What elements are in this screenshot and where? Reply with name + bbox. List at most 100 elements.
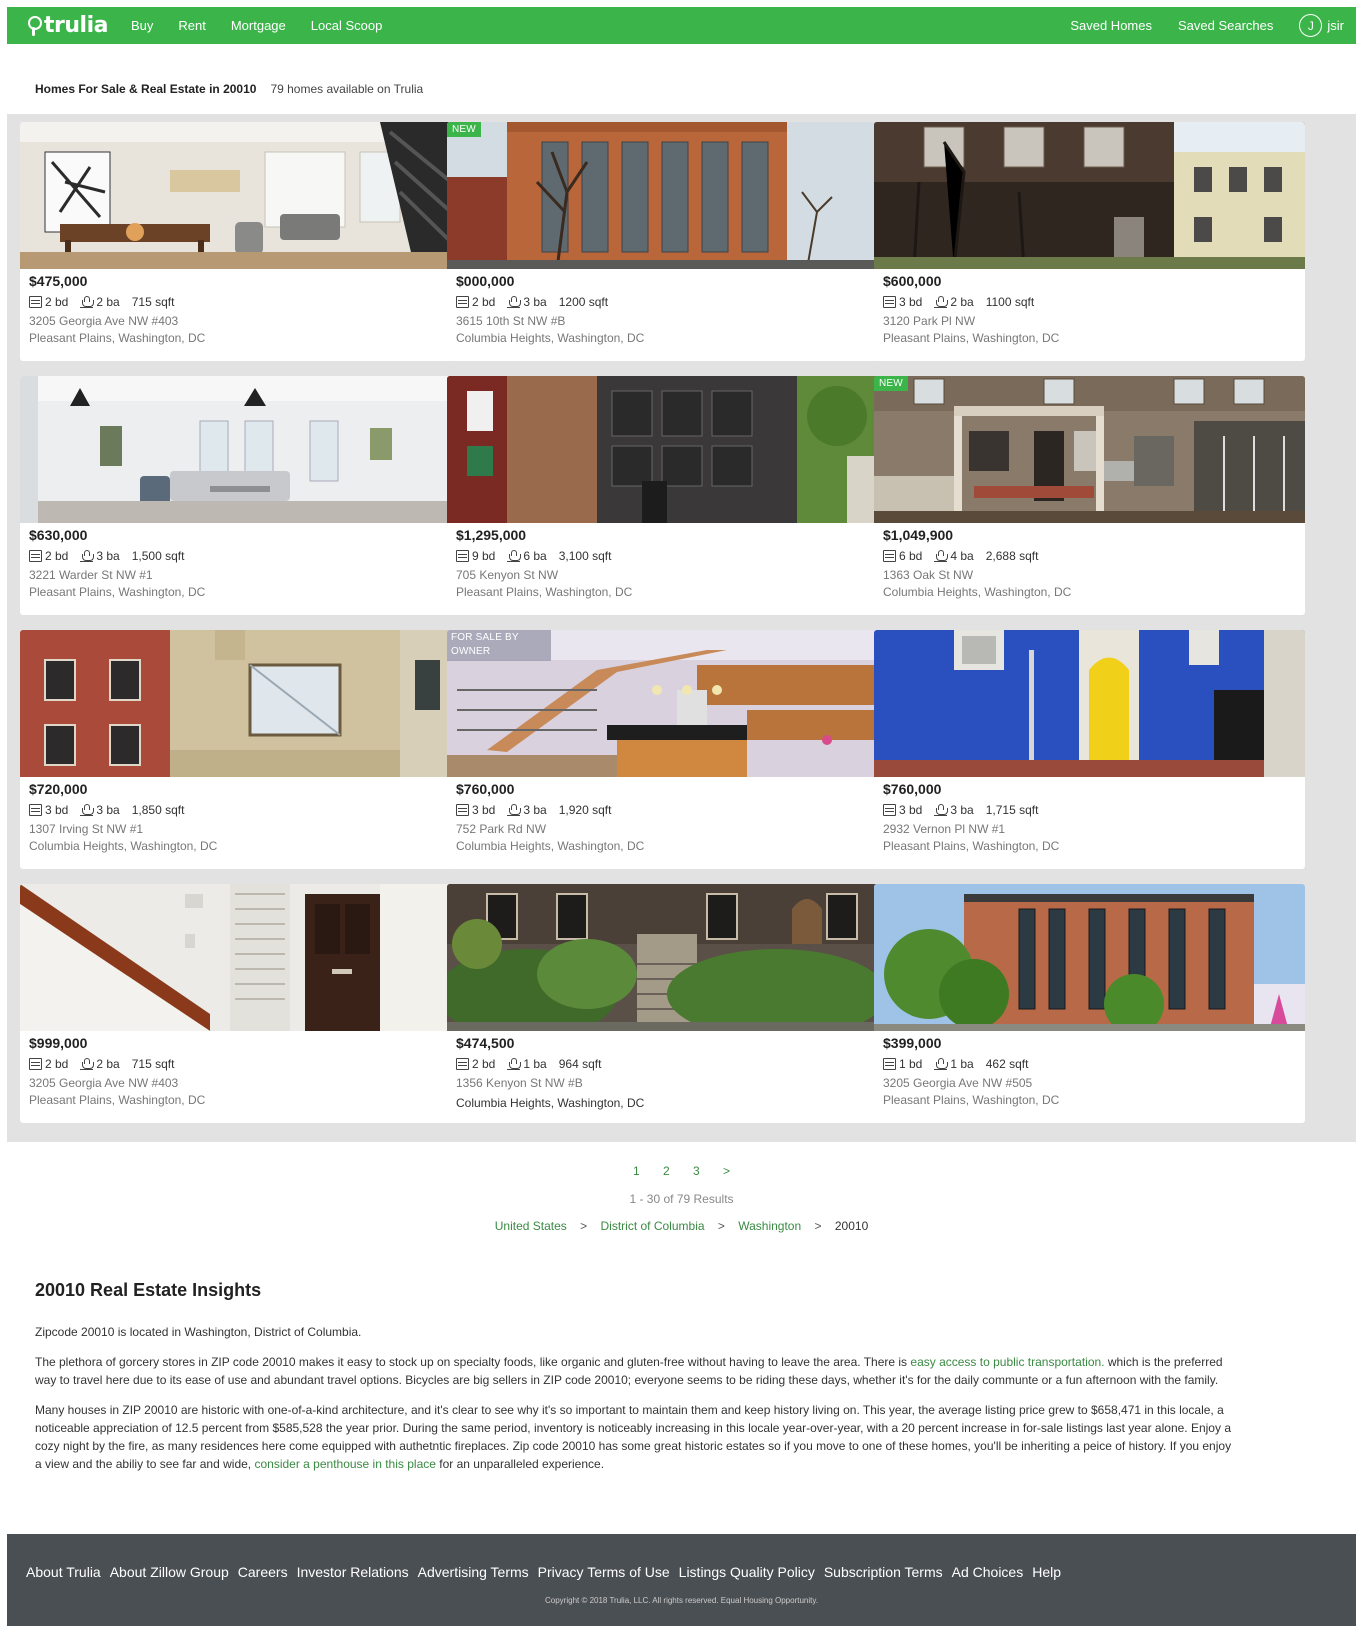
footer-careers[interactable]: Careers [238,1564,288,1580]
page-1-link[interactable]: 1 [633,1164,640,1178]
baths: 2 ba [80,295,120,309]
listing-card[interactable]: NEW $000,000 2 bd 3 ba 1200 sqft 3615 10… [447,122,878,361]
sqft: 3,100 sqft [558,549,612,563]
beds-value: 2 bd [45,549,69,563]
bed-icon [29,1058,42,1070]
beds: 3 bd [883,295,922,309]
breadcrumb-separator: > [580,1219,588,1233]
nav-mortgage[interactable]: Mortgage [231,18,286,33]
baths: 3 ba [80,549,120,563]
trulia-logo[interactable]: trulia [27,7,108,44]
listing-card[interactable]: $600,000 3 bd 2 ba 1100 sqft 3120 Park P… [874,122,1305,361]
nav-buy[interactable]: Buy [131,18,153,33]
breadcrumb-united-states[interactable]: United States [495,1219,567,1233]
listing-card[interactable]: $630,000 2 bd 3 ba 1,500 sqft 3221 Warde… [20,376,451,615]
listing-card[interactable]: $399,000 1 bd 1 ba 462 sqft 3205 Georgia… [874,884,1305,1123]
bath-icon [80,296,95,308]
beds-value: 2 bd [472,1057,496,1071]
listing-card[interactable]: $760,000 3 bd 3 ba 1,715 sqft 2932 Verno… [874,630,1305,869]
listing-card[interactable]: $475,000 2 bd 2 ba 715 sqft 3205 Georgia… [20,122,451,361]
insights-title: 20010 Real Estate Insights [35,1280,262,1300]
footer-investor-relations[interactable]: Investor Relations [297,1564,409,1580]
saved-homes-link[interactable]: Saved Homes [1070,18,1152,33]
baths: 4 ba [934,549,974,563]
listing-photo[interactable] [874,630,1305,777]
listing-photo[interactable] [447,884,878,1031]
saved-searches-link[interactable]: Saved Searches [1178,18,1273,33]
listing-facts: 1 bd 1 ba 462 sqft [883,1056,1296,1072]
beds: 2 bd [456,1057,495,1071]
listing-photo[interactable] [20,376,451,523]
bed-icon [883,804,896,816]
sqft: 462 sqft [985,1057,1029,1071]
penthouse-link[interactable]: consider a penthouse in this place [254,1457,435,1471]
footer-advertising-terms[interactable]: Advertising Terms [418,1564,529,1580]
breadcrumb-washington[interactable]: Washington [738,1219,801,1233]
listing-photo[interactable] [447,376,878,523]
user-nav: Saved Homes Saved Searches J jsir [1070,14,1356,37]
breadcrumb-district-of-columbia[interactable]: District of Columbia [601,1219,705,1233]
baths-value: 3 ba [96,803,120,817]
listing-card[interactable]: NEW $1,049,900 6 bd 4 ba 2,688 sqft 1363… [874,376,1305,615]
bath-icon [80,1058,95,1070]
baths-value: 3 ba [96,549,120,563]
breadcrumb: United States > District of Columbia > W… [0,1219,1363,1233]
insights-paragraph: Zipcode 20010 is located in Washington, … [35,1325,362,1339]
listing-card[interactable]: $1,295,000 9 bd 6 ba 3,100 sqft 705 Keny… [447,376,878,615]
baths: 2 ba [934,295,974,309]
bed-icon [883,296,896,308]
next-page-link[interactable]: > [723,1164,730,1178]
page-3-link[interactable]: 3 [693,1164,700,1178]
listing-card[interactable]: $474,500 2 bd 1 ba 964 sqft 1356 Kenyon … [447,884,878,1123]
nav-rent[interactable]: Rent [178,18,205,33]
baths: 6 ba [507,549,547,563]
listing-facts: 3 bd 3 ba 1,715 sqft [883,802,1296,818]
listing-card[interactable]: $999,000 2 bd 2 ba 715 sqft 3205 Georgia… [20,884,451,1123]
footer-subscription-terms[interactable]: Subscription Terms [824,1564,943,1580]
listing-card[interactable]: $720,000 3 bd 3 ba 1,850 sqft 1307 Irvin… [20,630,451,869]
listing-photo[interactable] [20,630,451,777]
user-name: jsir [1327,18,1344,33]
baths-value: 3 ba [523,803,547,817]
footer-listings-quality-policy[interactable]: Listings Quality Policy [679,1564,815,1580]
public-transportation-link[interactable]: easy access to public transportation. [910,1355,1104,1369]
beds-value: 3 bd [45,803,69,817]
nav-local-scoop[interactable]: Local Scoop [311,18,383,33]
listing-card[interactable]: FOR SALE BY OWNER $760,000 3 bd 3 ba 1,9… [447,630,878,869]
listing-photo[interactable]: NEW [874,376,1305,523]
beds: 2 bd [29,549,68,563]
page-2-link[interactable]: 2 [663,1164,670,1178]
listing-price: $474,500 [456,1035,515,1051]
listing-price: $999,000 [29,1035,88,1051]
sqft: 1,500 sqft [131,549,185,563]
bed-icon [456,1058,469,1070]
user-menu[interactable]: J jsir [1299,14,1344,37]
listing-info: $475,000 2 bd 2 ba 715 sqft 3205 Georgia… [29,273,442,347]
listing-photo[interactable] [874,122,1305,269]
listing-facts: 2 bd 2 ba 715 sqft [29,1056,442,1072]
footer-about-zillow-group[interactable]: About Zillow Group [110,1564,229,1580]
new-badge: NEW [447,122,481,137]
listing-photo[interactable]: FOR SALE BY OWNER [447,630,878,777]
listing-info: $760,000 3 bd 3 ba 1,715 sqft 2932 Verno… [883,781,1296,855]
listing-photo[interactable] [874,884,1305,1031]
listing-price: $720,000 [29,781,88,797]
footer-about-trulia[interactable]: About Trulia [26,1564,101,1580]
footer-privacy-terms[interactable]: Privacy Terms of Use [538,1564,670,1580]
footer-help[interactable]: Help [1032,1564,1061,1580]
listing-price: $1,049,900 [883,527,954,543]
beds: 3 bd [883,803,922,817]
listing-photo[interactable] [20,122,451,269]
bed-icon [883,1058,896,1070]
listing-photo[interactable]: NEW [447,122,878,269]
bath-icon [507,296,522,308]
listing-info: $474,500 2 bd 1 ba 964 sqft 1356 Kenyon … [456,1035,869,1112]
insights-paragraph: Many houses in ZIP 20010 are historic wi… [35,1401,1235,1473]
listing-address: 1307 Irving St NW #1 [29,822,144,836]
real-estate-insights: 20010 Real Estate Insights Zipcode 20010… [35,1280,1235,1485]
bath-icon [507,1058,522,1070]
listing-facts: 6 bd 4 ba 2,688 sqft [883,548,1296,564]
footer-ad-choices[interactable]: Ad Choices [952,1564,1024,1580]
baths: 3 ba [80,803,120,817]
listing-photo[interactable] [20,884,451,1031]
